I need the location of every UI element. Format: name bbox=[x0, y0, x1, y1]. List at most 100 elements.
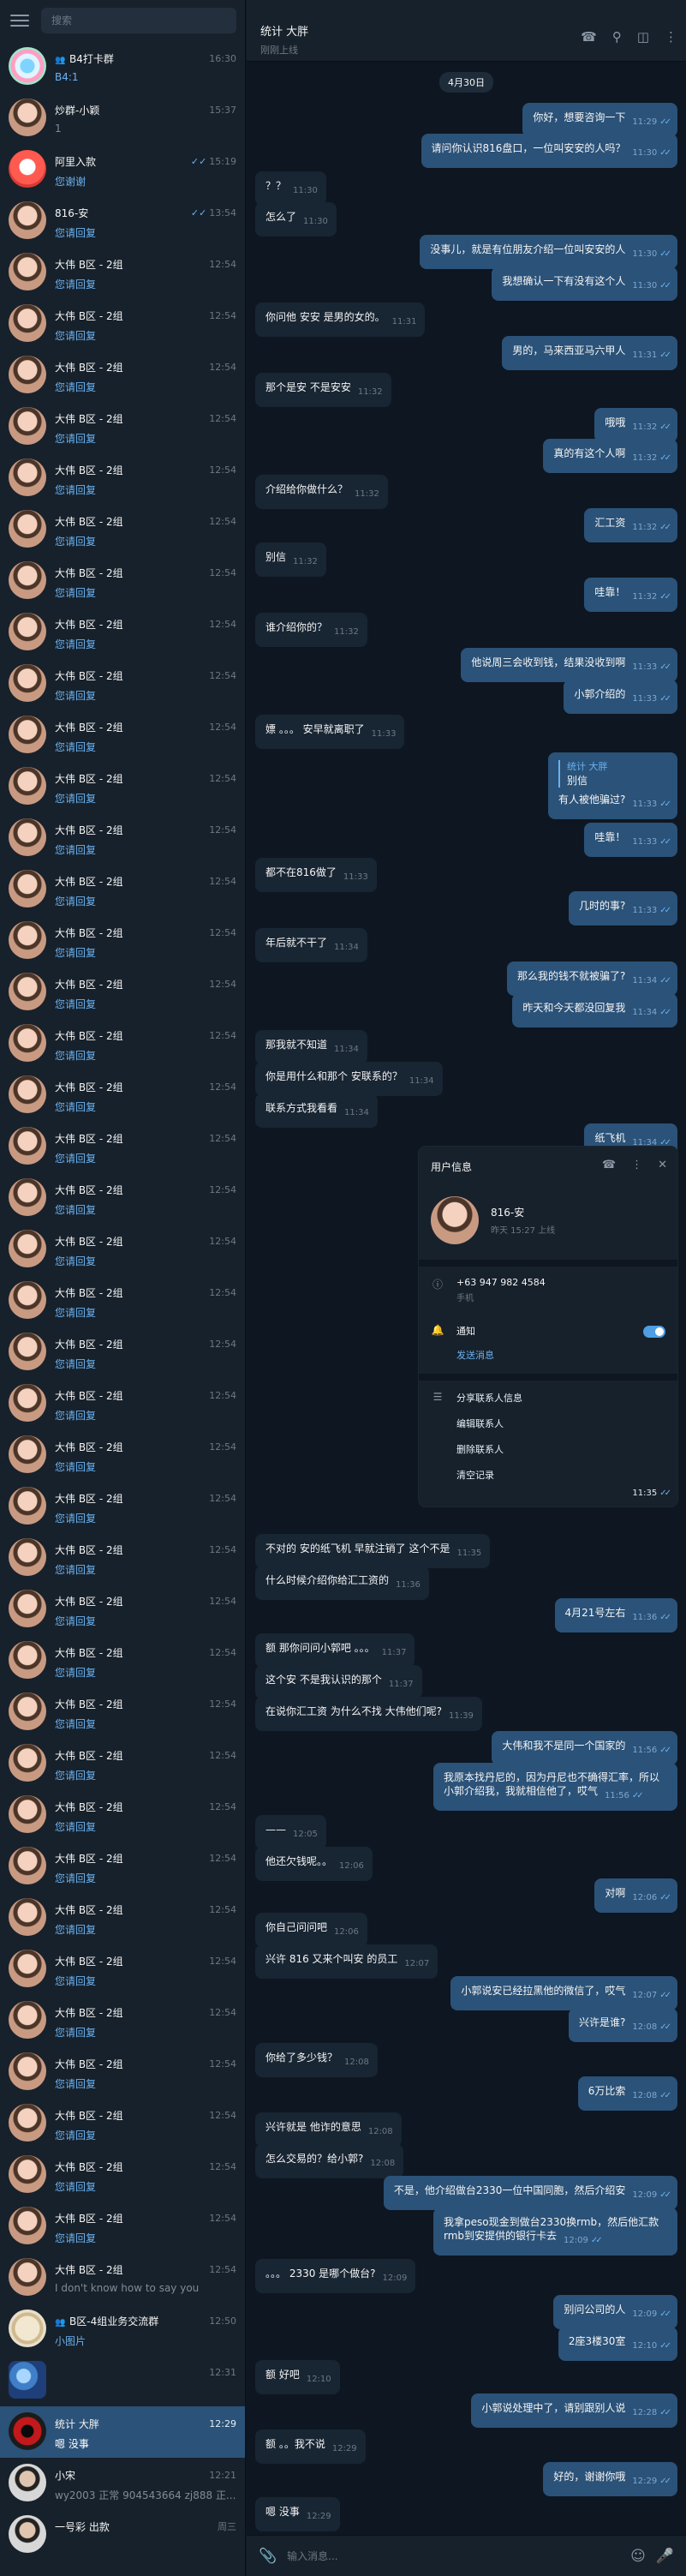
chat-list-item[interactable]: 大伟 B区 - 2组 12:54 您请回复 bbox=[0, 1635, 245, 1686]
outgoing-message[interactable]: 对啊 12:06 bbox=[594, 1878, 677, 1913]
incoming-message[interactable]: 别信 11:32 bbox=[255, 542, 326, 577]
outgoing-message[interactable]: 不是，他介绍做台2330一位中国同胞，然后介绍安 12:09 bbox=[383, 2176, 677, 2210]
message-input[interactable]: 输入消息... bbox=[287, 2549, 620, 2563]
incoming-message[interactable]: 额 那你问问小郭吧 。。。 11:37 bbox=[255, 1633, 415, 1668]
chat-list-item[interactable]: 大伟 B区 - 2组 12:54 您请回复 bbox=[0, 1224, 245, 1275]
chat-list-item[interactable]: 大伟 B区 - 2组 12:54 您请回复 bbox=[0, 2046, 245, 2098]
chat-list-item[interactable]: 👥 B4打卡群 16:30 B4:1 bbox=[0, 41, 245, 93]
chat-list-item[interactable]: 大伟 B区 - 2组 12:54 您请回复 bbox=[0, 1069, 245, 1121]
more-icon[interactable]: ⋮ bbox=[665, 29, 677, 45]
chat-list-item[interactable]: 大伟 B区 - 2组 12:54 您请回复 bbox=[0, 2201, 245, 2252]
chat-list-item[interactable]: 大伟 B区 - 2组 12:54 您请回复 bbox=[0, 1738, 245, 1789]
chat-list-item[interactable]: 大伟 B区 - 2组 12:54 您请回复 bbox=[0, 1789, 245, 1841]
outgoing-message[interactable]: 统计 大胖 别信 有人被他骗过? 11:33 bbox=[548, 752, 677, 819]
chat-list-item[interactable]: 大伟 B区 - 2组 12:54 您请回复 bbox=[0, 1121, 245, 1172]
chat-list-item[interactable]: 大伟 B区 - 2组 12:54 您请回复 bbox=[0, 401, 245, 452]
outgoing-message[interactable]: 他说周三会收到钱，结果没收到啊 11:33 bbox=[461, 648, 677, 682]
outgoing-message[interactable]: 2座3楼30室 12:10 bbox=[558, 2327, 677, 2361]
chat-list-item[interactable]: 大伟 B区 - 2组 12:54 I don't know how to say y… bbox=[0, 2252, 245, 2303]
chat-list-item[interactable]: 大伟 B区 - 2组 12:54 您请回复 bbox=[0, 247, 245, 298]
paperclip-icon[interactable]: 📎 bbox=[259, 2548, 277, 2565]
incoming-message[interactable]: 那个是安 不是安安 11:32 bbox=[255, 373, 391, 407]
chat-list-item[interactable]: 大伟 B区 - 2组 12:54 您请回复 bbox=[0, 1481, 245, 1532]
search-input[interactable]: 搜索 bbox=[41, 8, 236, 33]
incoming-message[interactable]: 你自己问问吧 12:06 bbox=[255, 1913, 367, 1947]
incoming-message[interactable]: 额 好吧 12:10 bbox=[255, 2360, 340, 2394]
outgoing-message[interactable]: 男的，马来西亚马六甲人 11:31 bbox=[502, 336, 677, 370]
card-menu-item[interactable]: 编辑联系人 bbox=[456, 1417, 522, 1442]
chat-list-item[interactable]: 大伟 B区 - 2组 12:54 您请回复 bbox=[0, 710, 245, 761]
chat-list-item[interactable]: 小宋 12:21 wy2003 正常 904543664 zj888 正... bbox=[0, 2458, 245, 2509]
incoming-message[interactable]: 嗯 没事 12:29 bbox=[255, 2497, 340, 2531]
chat-list-item[interactable]: 大伟 B区 - 2组 12:54 您请回复 bbox=[0, 1172, 245, 1224]
outgoing-message[interactable]: 汇工资 11:32 bbox=[584, 508, 677, 542]
outgoing-message[interactable]: 我原本找丹尼的，因为丹尼也不确得汇率，所以小郭介绍我，我就相信他了，哎气 11:5… bbox=[433, 1763, 677, 1811]
chat-list-item[interactable]: 炒群-小颖 15:37 1 bbox=[0, 93, 245, 144]
menu-icon[interactable] bbox=[9, 12, 31, 29]
incoming-message[interactable]: 兴许 816 又来个叫安 的员工 12:07 bbox=[255, 1944, 438, 1979]
outgoing-message[interactable]: 真的有这个人啊 11:32 bbox=[543, 439, 677, 473]
incoming-message[interactable]: ？？ 11:30 bbox=[255, 171, 326, 206]
chat-list-item[interactable]: 大伟 B区 - 2组 12:54 您请回复 bbox=[0, 1944, 245, 1995]
incoming-message[interactable]: 你是用什么和那个 安联系的？ 11:34 bbox=[255, 1062, 443, 1096]
microphone-icon[interactable]: 🎤 bbox=[656, 2548, 674, 2565]
send-message-link[interactable]: 发送消息 bbox=[419, 1348, 677, 1374]
incoming-message[interactable]: 什么时候介绍你给汇工资的 11:36 bbox=[255, 1566, 429, 1600]
chat-list-item[interactable]: 大伟 B区 - 2组 12:54 您请回复 bbox=[0, 298, 245, 350]
chat-list-item[interactable]: 大伟 B区 - 2组 12:54 您请回复 bbox=[0, 915, 245, 967]
incoming-message[interactable]: 这个安 不是我认识的那个 11:37 bbox=[255, 1665, 422, 1699]
chat-list-item[interactable]: 大伟 B区 - 2组 12:54 您请回复 bbox=[0, 504, 245, 555]
outgoing-message[interactable]: 你好，想要咨询一下 11:29 bbox=[522, 103, 677, 137]
card-menu-item[interactable]: 删除联系人 bbox=[456, 1442, 522, 1468]
chat-list-item[interactable]: 大伟 B区 - 2组 12:54 您请回复 bbox=[0, 864, 245, 915]
incoming-message[interactable]: —— 12:05 bbox=[255, 1815, 326, 1849]
close-icon[interactable]: ✕ bbox=[658, 1159, 667, 1171]
incoming-message[interactable]: 。。。 2330 是哪个做台? 12:09 bbox=[255, 2259, 416, 2293]
chat-list-item[interactable]: 统计 大胖 12:29 嗯 没事 bbox=[0, 2406, 245, 2458]
chat-list-item[interactable]: 大伟 B区 - 2组 12:54 您请回复 bbox=[0, 2098, 245, 2149]
notification-row[interactable]: 🔔 通知 bbox=[419, 1314, 677, 1348]
incoming-message[interactable]: 兴许就是 他诈的意思 12:08 bbox=[255, 2112, 402, 2147]
chat-list-item[interactable]: 大伟 B区 - 2组 12:54 您请回复 bbox=[0, 1018, 245, 1069]
chat-list-item[interactable]: 大伟 B区 - 2组 12:54 您请回复 bbox=[0, 1532, 245, 1584]
incoming-message[interactable]: 那我就不知道 11:34 bbox=[255, 1030, 367, 1064]
outgoing-message[interactable]: 没事儿，就是有位朋友介绍一位叫安安的人 11:30 bbox=[420, 235, 677, 269]
outgoing-message[interactable]: 6万比索 12:08 bbox=[577, 2076, 677, 2111]
incoming-message[interactable]: 年后就不干了 11:34 bbox=[255, 928, 367, 962]
chat-list-item[interactable]: 大伟 B区 - 2组 12:54 您请回复 bbox=[0, 1429, 245, 1481]
incoming-message[interactable]: 怎么交易的？给小郭? 12:08 bbox=[255, 2144, 404, 2178]
chat-list-item[interactable]: 大伟 B区 - 2组 12:54 您请回复 bbox=[0, 1686, 245, 1738]
outgoing-message[interactable]: 哇靠！ 11:32 bbox=[584, 578, 677, 612]
chat-list-item[interactable]: 阿里入款 ✓✓ 15:19 您谢谢 bbox=[0, 144, 245, 195]
outgoing-message[interactable]: 别问公司的人 12:09 bbox=[553, 2295, 677, 2329]
outgoing-message[interactable]: 小郭说安已经拉黑他的微信了，哎气 12:07 bbox=[450, 1976, 677, 2010]
more-icon[interactable]: ⋮ bbox=[631, 1159, 642, 1171]
chat-list-item[interactable]: 大伟 B区 - 2组 12:54 您请回复 bbox=[0, 658, 245, 710]
incoming-message[interactable]: 他还欠钱呢。。 12:06 bbox=[255, 1847, 373, 1881]
incoming-message[interactable]: 嫖 。。。 安早就离职了 11:33 bbox=[255, 715, 405, 749]
outgoing-message[interactable]: 哇靠！ 11:33 bbox=[584, 823, 677, 857]
incoming-message[interactable]: 不对的 安的纸飞机 早就注销了 这个不是 11:35 bbox=[255, 1534, 491, 1568]
chat-list-item[interactable]: 大伟 B区 - 2组 12:54 您请回复 bbox=[0, 452, 245, 504]
phone-icon[interactable]: ☎ bbox=[602, 1159, 616, 1171]
contact-info-card[interactable]: 用户信息 ☎ ⋮ ✕ 816-安 昨天 15:27 上线 ⓘ +63 947 9… bbox=[419, 1147, 677, 1507]
sidebar-icon[interactable]: ◫ bbox=[637, 29, 649, 45]
outgoing-message[interactable]: 好的，谢谢你哦 12:29 bbox=[543, 2462, 677, 2496]
chat-list-item[interactable]: 大伟 B区 - 2组 12:54 您请回复 bbox=[0, 2149, 245, 2201]
chat-list-item[interactable]: 大伟 B区 - 2组 12:54 您请回复 bbox=[0, 1995, 245, 2046]
emoji-icon[interactable]: ☺ bbox=[630, 2548, 646, 2565]
chat-list-item[interactable]: 大伟 B区 - 2组 12:54 您请回复 bbox=[0, 812, 245, 864]
chat-list-item[interactable]: 大伟 B区 - 2组 12:54 您请回复 bbox=[0, 1378, 245, 1429]
outgoing-message[interactable]: 小郭介绍的 11:33 bbox=[564, 680, 677, 714]
chat-list-item[interactable]: 大伟 B区 - 2组 12:54 您请回复 bbox=[0, 1841, 245, 1892]
outgoing-message[interactable]: 我想确认一下有没有这个人 11:30 bbox=[492, 267, 677, 301]
chat-list-item[interactable]: 大伟 B区 - 2组 12:54 您请回复 bbox=[0, 1275, 245, 1327]
chat-list-item[interactable]: 大伟 B区 - 2组 12:54 您请回复 bbox=[0, 350, 245, 401]
incoming-message[interactable]: 都不在816做了 11:33 bbox=[255, 858, 377, 892]
incoming-message[interactable]: 介绍给你做什么？ 11:32 bbox=[255, 475, 388, 509]
card-menu-item[interactable]: 分享联系人信息 bbox=[456, 1391, 522, 1417]
outgoing-message[interactable]: 大伟和我不是同一个国家的 11:56 bbox=[492, 1731, 677, 1765]
chat-list-item[interactable]: 大伟 B区 - 2组 12:54 您请回复 bbox=[0, 1327, 245, 1378]
incoming-message[interactable]: 谁介绍你的？ 11:32 bbox=[255, 613, 367, 647]
incoming-message[interactable]: 怎么了 11:30 bbox=[255, 202, 337, 237]
